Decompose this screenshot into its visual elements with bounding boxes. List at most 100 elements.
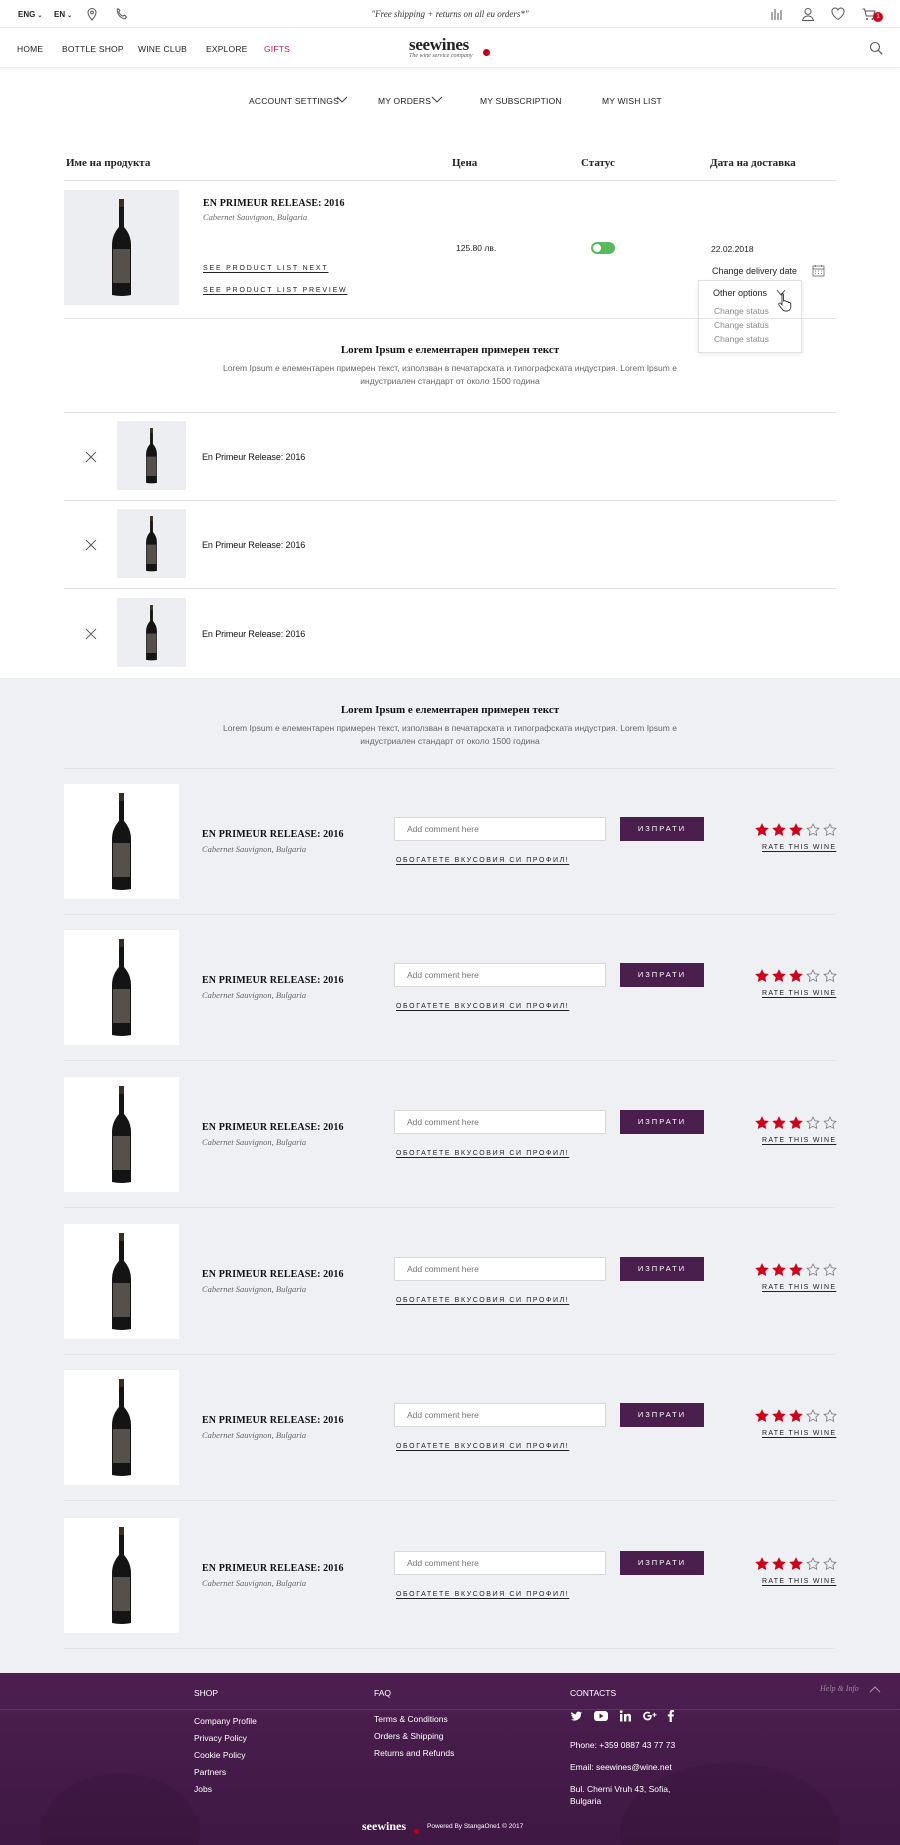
star-rating[interactable] — [755, 1557, 839, 1571]
comment-input[interactable] — [394, 963, 606, 987]
compare-bars-icon[interactable] — [769, 6, 785, 22]
remove-x-icon[interactable] — [85, 628, 97, 640]
product-image[interactable] — [64, 1518, 179, 1633]
star-filled-icon[interactable] — [755, 1116, 769, 1130]
star-rating[interactable] — [755, 1263, 839, 1277]
comment-input[interactable] — [394, 1257, 606, 1281]
footer-email[interactable]: Email: seewines@wine.net — [570, 1762, 672, 1772]
nav-home[interactable]: HOME — [17, 44, 43, 54]
star-empty-icon[interactable] — [823, 1263, 837, 1277]
nav-gifts[interactable]: GIFTS — [264, 44, 290, 54]
star-filled-icon[interactable] — [772, 823, 786, 837]
product-image[interactable] — [64, 190, 179, 305]
nav-wine-club[interactable]: WINE CLUB — [138, 44, 187, 54]
enrich-taste-profile-link[interactable]: ОБОГАТЕТЕ ВКУСОВИЯ СИ ПРОФИЛ! — [396, 1150, 569, 1157]
see-product-list-preview-link[interactable]: SEE PRODUCT LIST PREVIEW — [203, 287, 347, 294]
star-filled-icon[interactable] — [772, 1557, 786, 1571]
see-product-list-next-link[interactable]: SEE PRODUCT LIST NEXT — [203, 265, 328, 272]
calendar-icon[interactable] — [812, 264, 825, 277]
rate-this-wine-link[interactable]: RATE THIS WINE — [762, 844, 836, 851]
enrich-taste-profile-link[interactable]: ОБОГАТЕТЕ ВКУСОВИЯ СИ ПРОФИЛ! — [396, 857, 569, 864]
my-subscription-menu[interactable]: MY SUBSCRIPTION — [480, 96, 562, 106]
enrich-taste-profile-link[interactable]: ОБОГАТЕТЕ ВКУСОВИЯ СИ ПРОФИЛ! — [396, 1003, 569, 1010]
footer-link-partners[interactable]: Partners — [194, 1767, 226, 1777]
google-plus-icon[interactable] — [642, 1709, 658, 1723]
star-empty-icon[interactable] — [823, 823, 837, 837]
footer-link-returns[interactable]: Returns and Refunds — [374, 1748, 454, 1758]
facebook-icon[interactable] — [666, 1709, 675, 1723]
star-empty-icon[interactable] — [823, 1557, 837, 1571]
footer-link-terms[interactable]: Terms & Conditions — [374, 1714, 448, 1724]
star-empty-icon[interactable] — [806, 1557, 820, 1571]
star-filled-icon[interactable] — [789, 1409, 803, 1423]
dropdown-option-change-status[interactable]: Change status — [714, 320, 769, 330]
footer-link-cookie-policy[interactable]: Cookie Policy — [194, 1750, 246, 1760]
comment-input[interactable] — [394, 1110, 606, 1134]
comment-input[interactable] — [394, 817, 606, 841]
product-thumbnail[interactable] — [117, 598, 186, 667]
star-filled-icon[interactable] — [755, 823, 769, 837]
rate-this-wine-link[interactable]: RATE THIS WINE — [762, 1578, 836, 1585]
account-settings-menu[interactable]: ACCOUNT SETTINGS — [249, 96, 339, 106]
my-orders-menu[interactable]: MY ORDERS — [378, 96, 431, 106]
seewines-logo[interactable]: seewines The wine service company — [409, 35, 490, 59]
rate-this-wine-link[interactable]: RATE THIS WINE — [762, 1137, 836, 1144]
rate-this-wine-link[interactable]: RATE THIS WINE — [762, 1430, 836, 1437]
send-button[interactable]: ИЗПРАТИ — [620, 1403, 704, 1427]
star-empty-icon[interactable] — [806, 1116, 820, 1130]
dropdown-header[interactable]: Other options — [713, 288, 767, 298]
help-info-link[interactable]: Help & Info — [820, 1684, 859, 1693]
product-thumbnail[interactable] — [117, 509, 186, 578]
product-image[interactable] — [64, 1077, 179, 1192]
star-empty-icon[interactable] — [823, 1116, 837, 1130]
star-filled-icon[interactable] — [789, 1263, 803, 1277]
dropdown-option-change-status[interactable]: Change status — [714, 306, 769, 316]
star-filled-icon[interactable] — [755, 1409, 769, 1423]
change-delivery-date-link[interactable]: Change delivery date — [712, 266, 797, 276]
star-rating[interactable] — [755, 823, 839, 837]
footer-link-jobs[interactable]: Jobs — [194, 1784, 212, 1794]
comment-input[interactable] — [394, 1403, 606, 1427]
linkedin-icon[interactable] — [619, 1709, 632, 1723]
product-image[interactable] — [64, 1224, 179, 1339]
star-filled-icon[interactable] — [789, 1557, 803, 1571]
footer-logo[interactable]: seewines — [362, 1819, 406, 1834]
nav-explore[interactable]: EXPLORE — [206, 44, 248, 54]
chevron-down-icon[interactable] — [431, 94, 443, 104]
user-account-icon[interactable] — [800, 6, 816, 22]
footer-link-orders-shipping[interactable]: Orders & Shipping — [374, 1731, 443, 1741]
star-rating[interactable] — [755, 1409, 839, 1423]
star-filled-icon[interactable] — [772, 1116, 786, 1130]
send-button[interactable]: ИЗПРАТИ — [620, 1110, 704, 1134]
remove-x-icon[interactable] — [85, 539, 97, 551]
star-empty-icon[interactable] — [806, 823, 820, 837]
rate-this-wine-link[interactable]: RATE THIS WINE — [762, 990, 836, 997]
product-thumbnail[interactable] — [117, 421, 186, 490]
chevron-up-icon[interactable] — [869, 1685, 881, 1693]
product-image[interactable] — [64, 784, 179, 899]
enrich-taste-profile-link[interactable]: ОБОГАТЕТЕ ВКУСОВИЯ СИ ПРОФИЛ! — [396, 1591, 569, 1598]
star-filled-icon[interactable] — [789, 823, 803, 837]
star-filled-icon[interactable] — [772, 1409, 786, 1423]
star-rating[interactable] — [755, 1116, 839, 1130]
heart-wishlist-icon[interactable] — [830, 6, 846, 22]
star-filled-icon[interactable] — [755, 969, 769, 983]
star-empty-icon[interactable] — [806, 1409, 820, 1423]
enrich-taste-profile-link[interactable]: ОБОГАТЕТЕ ВКУСОВИЯ СИ ПРОФИЛ! — [396, 1443, 569, 1450]
my-wishlist-menu[interactable]: MY WISH LIST — [602, 96, 662, 106]
chevron-down-icon[interactable] — [336, 94, 348, 104]
star-empty-icon[interactable] — [823, 969, 837, 983]
star-empty-icon[interactable] — [823, 1409, 837, 1423]
star-filled-icon[interactable] — [755, 1263, 769, 1277]
star-filled-icon[interactable] — [772, 969, 786, 983]
remove-x-icon[interactable] — [85, 451, 97, 463]
send-button[interactable]: ИЗПРАТИ — [620, 1551, 704, 1575]
enrich-taste-profile-link[interactable]: ОБОГАТЕТЕ ВКУСОВИЯ СИ ПРОФИЛ! — [396, 1297, 569, 1304]
send-button[interactable]: ИЗПРАТИ — [620, 1257, 704, 1281]
comment-input[interactable] — [394, 1551, 606, 1575]
star-filled-icon[interactable] — [755, 1557, 769, 1571]
search-icon[interactable] — [868, 40, 884, 56]
rate-this-wine-link[interactable]: RATE THIS WINE — [762, 1284, 836, 1291]
product-image[interactable] — [64, 1370, 179, 1485]
star-filled-icon[interactable] — [789, 1116, 803, 1130]
